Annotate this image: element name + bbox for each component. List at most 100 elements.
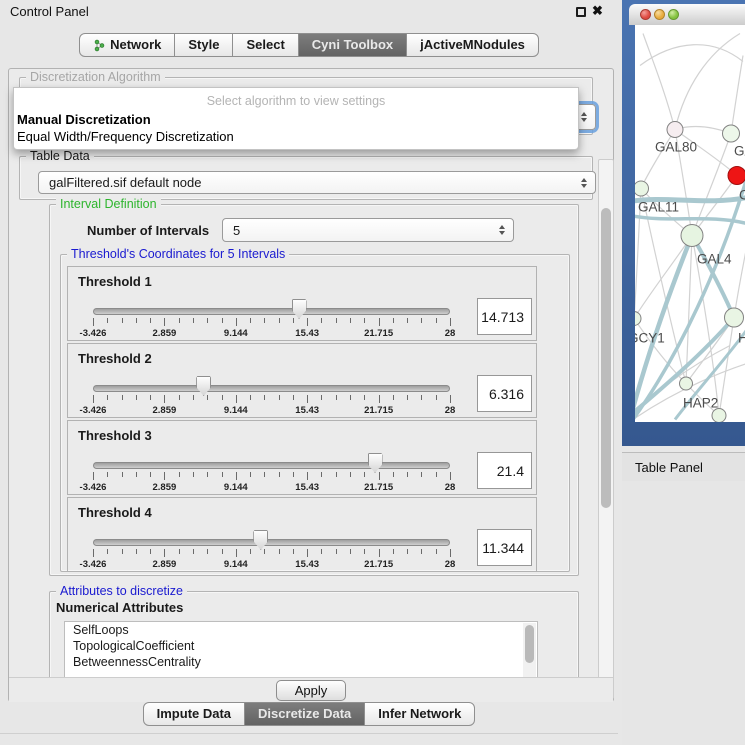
tick-mark — [379, 318, 380, 326]
attribute-items: SelfLoopsTopologicalCoefficientBetweenne… — [65, 622, 537, 670]
tick-mark — [350, 318, 351, 323]
float-panel-icon[interactable] — [576, 7, 586, 17]
node-label-gal11: GAL11 — [638, 200, 679, 215]
slider-handle[interactable] — [196, 376, 211, 396]
tick-mark — [222, 472, 223, 477]
tick-mark — [364, 472, 365, 477]
threshold-3-slider[interactable]: -3.4262.8599.14415.4321.71528 — [93, 459, 450, 493]
tick-mark — [193, 395, 194, 400]
dropdown-option-equal-width[interactable]: Equal Width/Frequency Discretization — [17, 129, 234, 144]
tick-mark — [150, 549, 151, 554]
tick-mark — [421, 472, 422, 477]
tab-network[interactable]: Network — [79, 33, 175, 57]
tick-mark — [236, 549, 237, 557]
tab-select[interactable]: Select — [232, 33, 298, 57]
node-red-selected[interactable] — [728, 167, 745, 185]
node-label-gal80: GAL80 — [655, 140, 697, 155]
node-gcy1[interactable] — [635, 312, 641, 326]
tick-mark — [207, 318, 208, 323]
tick-label: 9.144 — [224, 328, 248, 339]
threshold-4-value-field[interactable]: 11.344 — [477, 529, 532, 566]
threshold-4-slider[interactable]: -3.4262.8599.14415.4321.71528 — [93, 536, 450, 570]
slider-handle[interactable] — [292, 299, 307, 319]
table-data-combobox[interactable]: galFiltered.sif default node — [38, 171, 596, 194]
threshold-2-value-field[interactable]: 6.316 — [477, 375, 532, 412]
tick-mark — [93, 395, 94, 403]
tick-mark — [307, 395, 308, 403]
close-icon[interactable]: ✖ — [592, 3, 603, 19]
threshold-3-value-field[interactable]: 21.4 — [477, 452, 532, 489]
tick-label: 28 — [445, 559, 456, 570]
slider-track[interactable] — [93, 462, 450, 469]
threshold-1-value-field[interactable]: 14.713 — [477, 298, 532, 335]
tick-mark — [336, 549, 337, 554]
threshold-1-slider[interactable]: -3.4262.8599.14415.4321.71528 — [93, 305, 450, 339]
close-traffic-light-icon[interactable] — [640, 9, 651, 20]
tick-mark — [336, 318, 337, 323]
tick-mark — [207, 549, 208, 554]
apply-button[interactable]: Apply — [276, 680, 347, 701]
tick-label: -3.426 — [80, 482, 107, 493]
tick-mark — [293, 549, 294, 554]
tick-mark — [264, 395, 265, 400]
node-gal4[interactable] — [681, 225, 703, 247]
tab-discretize-data[interactable]: Discretize Data — [244, 702, 365, 726]
tick-mark — [279, 549, 280, 554]
slider-track[interactable] — [93, 308, 450, 315]
node-hap2[interactable] — [680, 377, 693, 390]
tick-mark — [164, 549, 165, 557]
node-cut-topright[interactable] — [723, 125, 740, 142]
attribute-list-item[interactable]: BetweennessCentrality — [65, 654, 537, 670]
node-gal80[interactable] — [667, 122, 683, 138]
node-cut-bottom[interactable] — [712, 409, 726, 423]
attributes-scrollbar[interactable] — [523, 623, 536, 678]
tick-label: 21.715 — [364, 328, 393, 339]
minimize-traffic-light-icon[interactable] — [654, 9, 665, 20]
attribute-list-item[interactable]: TopologicalCoefficient — [65, 638, 537, 654]
network-window-titlebar[interactable] — [629, 4, 745, 25]
zoom-traffic-light-icon[interactable] — [668, 9, 679, 20]
slider-handle[interactable] — [253, 530, 268, 550]
node-label-cut: C — [739, 188, 745, 203]
tab-jactivemnodules[interactable]: jActiveMNodules — [406, 33, 539, 57]
dropdown-option-manual[interactable]: Manual Discretization — [17, 112, 151, 127]
tab-label: Infer Network — [378, 703, 461, 725]
tick-mark — [293, 395, 294, 400]
tick-mark — [364, 549, 365, 554]
node-gal11[interactable] — [635, 181, 649, 196]
group-table-data: Table Data galFiltered.sif default node — [19, 156, 593, 200]
panel-title: Control Panel — [10, 4, 89, 19]
node-label-gal4: GAL4 — [697, 252, 732, 267]
slider-track[interactable] — [93, 385, 450, 392]
tick-mark — [164, 395, 165, 403]
cyni-content-panel: Discretization Algorithm Select algorith… — [8, 68, 614, 702]
control-panel-titlebar: Control Panel ✖ — [0, 0, 618, 24]
tab-infer-network[interactable]: Infer Network — [364, 702, 475, 726]
slider-handle[interactable] — [368, 453, 383, 473]
intervals-value: 5 — [233, 223, 240, 238]
tick-mark — [293, 472, 294, 477]
tab-label: Cyni Toolbox — [312, 34, 393, 56]
threshold-2-slider[interactable]: -3.4262.8599.14415.4321.71528 — [93, 382, 450, 416]
tick-mark — [222, 318, 223, 323]
tab-cyni-toolbox[interactable]: Cyni Toolbox — [298, 33, 407, 57]
scrollbar-thumb[interactable] — [525, 625, 534, 663]
node-cut-right[interactable] — [725, 308, 744, 327]
panel-vertical-scrollbar[interactable] — [598, 159, 614, 699]
slider-ticks — [93, 318, 450, 327]
panel-bottom-divider — [0, 733, 618, 734]
tick-mark — [336, 472, 337, 477]
network-canvas[interactable]: GAL80 GA C GAL11 GAL4 GCY1 H HAP2 — [635, 25, 745, 422]
attribute-list-item[interactable]: SelfLoops — [65, 622, 537, 638]
tick-label: 15.43 — [295, 559, 319, 570]
combo-spinner-icon — [581, 112, 587, 122]
table-panel-title: Table Panel — [635, 460, 703, 475]
scrollbar-thumb[interactable] — [601, 208, 611, 508]
numerical-attributes-list[interactable]: SelfLoopsTopologicalCoefficientBetweenne… — [64, 621, 538, 679]
tab-impute-data[interactable]: Impute Data — [143, 702, 245, 726]
tab-style[interactable]: Style — [174, 33, 233, 57]
tick-mark — [93, 318, 94, 326]
number-of-intervals-combobox[interactable]: 5 — [222, 218, 514, 242]
slider-track[interactable] — [93, 539, 450, 546]
table-panel-header: Table Panel — [622, 452, 745, 481]
